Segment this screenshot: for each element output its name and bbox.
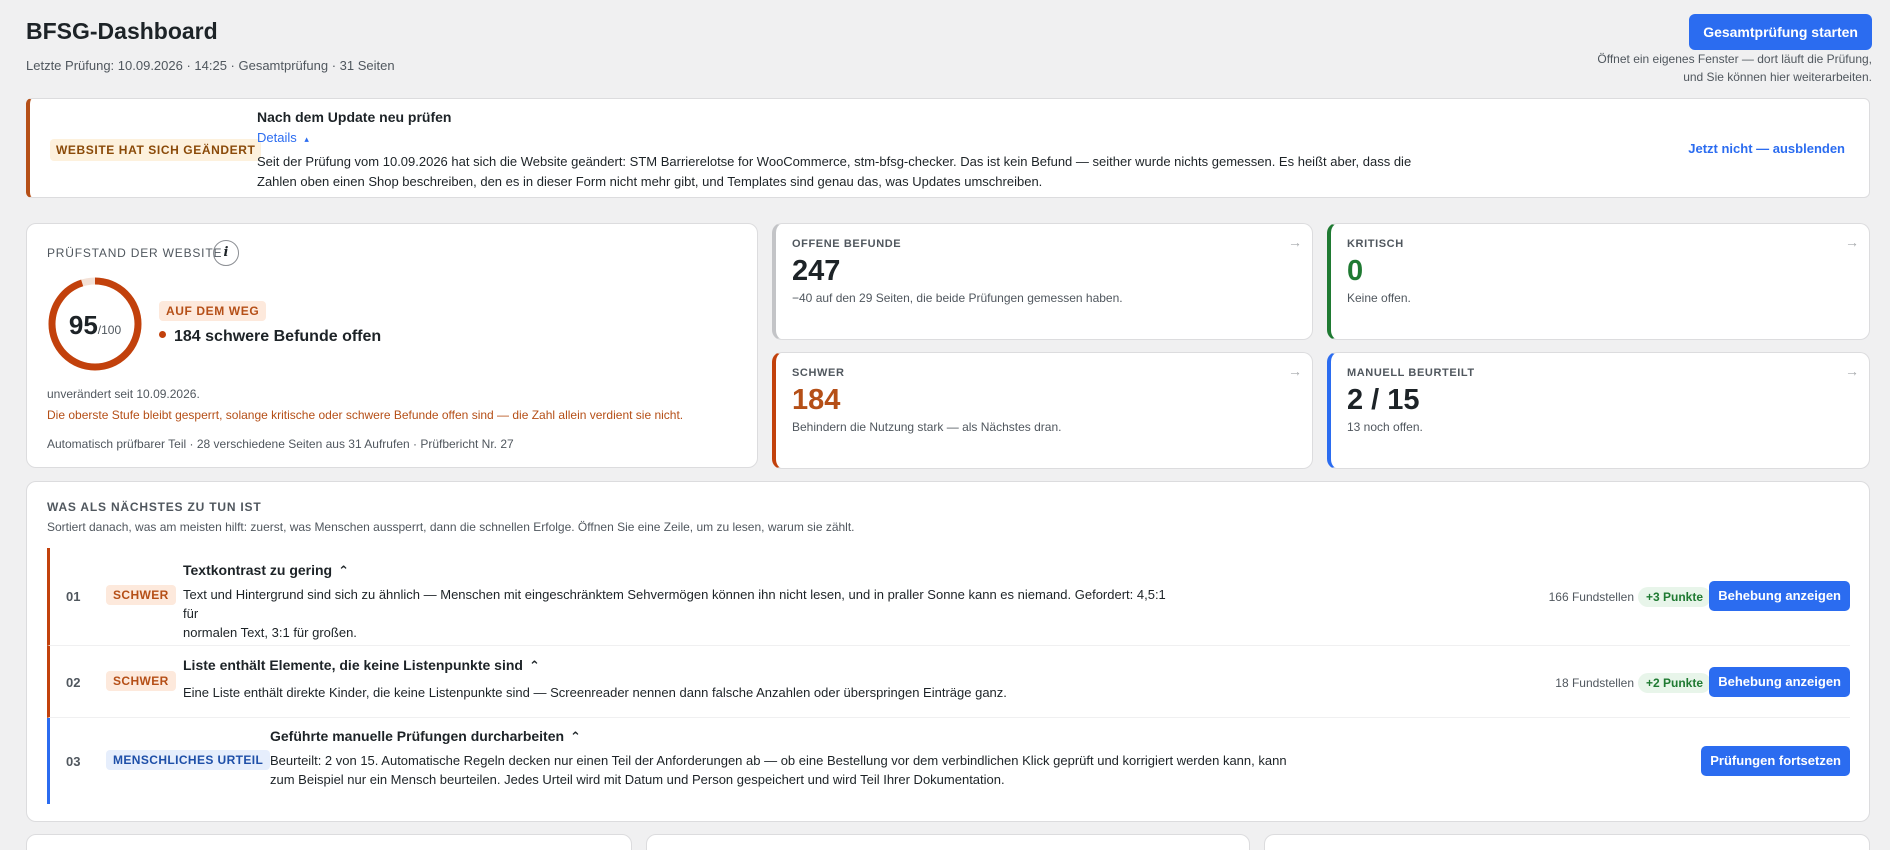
metric-label: KRITISCH	[1347, 238, 1404, 250]
severity-badge: SCHWER	[106, 671, 176, 691]
task-title[interactable]: Liste enthält Elemente, die keine Listen…	[183, 657, 540, 674]
metric-severe[interactable]: SCHWER 184 Behindern die Nutzung stark —…	[772, 352, 1313, 469]
severe-open-summary: 184 schwere Befunde offen	[159, 328, 381, 346]
metric-subtext: Keine offen.	[1347, 291, 1411, 305]
score-max: /100	[97, 323, 122, 337]
show-fix-button[interactable]: Behebung anzeigen	[1709, 581, 1850, 611]
next-steps-title: WAS ALS NÄCHSTES ZU TUN IST	[47, 500, 262, 514]
task-title-text: Liste enthält Elemente, die keine Listen…	[183, 657, 523, 673]
details-toggle[interactable]: Details ▴	[257, 130, 309, 145]
task-description-line: normalen Text, 3:1 für großen.	[183, 625, 357, 640]
top-level-warning: Die oberste Stufe bleibt gesperrt, solan…	[47, 408, 684, 422]
arrow-right-icon: →	[1288, 363, 1302, 379]
task-description: Eine Liste enthält direkte Kinder, die k…	[183, 685, 1007, 700]
bottom-card-2	[646, 834, 1250, 850]
score-label: PRÜFSTAND DER WEBSITE	[47, 246, 223, 260]
notice-text: Seit der Prüfung vom 10.09.2026 hat sich…	[257, 154, 1412, 189]
arrow-right-icon: →	[1845, 234, 1859, 250]
bottom-card-1	[26, 834, 632, 850]
start-full-check-button[interactable]: Gesamtprüfung starten	[1689, 14, 1872, 50]
task-number: 03	[66, 754, 81, 769]
occurrence-count: 18 Fundstellen	[1555, 676, 1634, 690]
hide-notice-link[interactable]: Jetzt nicht — ausblenden	[1688, 141, 1845, 156]
start-hint-line2: und Sie können hier weiterarbeiten.	[1683, 70, 1872, 84]
metric-value: 184	[792, 384, 841, 416]
start-hint: Öffnet ein eigenes Fenster — dort läuft …	[1512, 50, 1872, 86]
metric-label: OFFENE BEFUNDE	[792, 238, 902, 250]
chevron-up-icon: ⌃	[528, 658, 540, 673]
occurrence-count: 166 Fundstellen	[1548, 590, 1634, 604]
severe-dot-icon	[159, 331, 166, 339]
severity-badge: SCHWER	[106, 585, 176, 605]
details-label: Details	[257, 130, 297, 145]
metric-value: 247	[792, 255, 841, 287]
continue-checks-button[interactable]: Prüfungen fortsetzen	[1701, 746, 1850, 776]
notice-title: Nach dem Update neu prüfen	[257, 109, 452, 125]
metric-label: MANUELL BEURTEILT	[1347, 367, 1475, 379]
next-steps-subtitle: Sortiert danach, was am meisten hilft: z…	[47, 520, 855, 534]
metric-value: 0	[1347, 255, 1364, 287]
task-title[interactable]: Textkontrast zu gering ⌃	[183, 562, 349, 579]
score-value: 95/100	[47, 310, 143, 341]
task-description-line: Beurteilt: 2 von 15. Automatische Regeln…	[270, 753, 1287, 768]
chevron-up-icon: ▴	[304, 134, 309, 144]
update-notice: WEBSITE HAT SICH GEÄNDERT Nach dem Updat…	[26, 98, 1870, 198]
task-title-text: Geführte manuelle Prüfungen durcharbeite…	[270, 728, 565, 744]
task-number: 01	[66, 589, 81, 604]
task-number: 02	[66, 675, 81, 690]
show-fix-button[interactable]: Behebung anzeigen	[1709, 667, 1850, 697]
arrow-right-icon: →	[1288, 234, 1302, 250]
severe-open-text: 184 schwere Befunde offen	[174, 328, 382, 345]
unchanged-since: unverändert seit 10.09.2026.	[47, 387, 200, 401]
page-title: BFSG-Dashboard	[26, 18, 218, 44]
arrow-right-icon: →	[1845, 363, 1859, 379]
metric-subtext: Behindern die Nutzung stark — als Nächst…	[792, 420, 1062, 434]
page-header: BFSG-Dashboard Letzte Prüfung: 10.09.202…	[26, 14, 1872, 84]
task-description-line: Text und Hintergrund sind sich zu ähnlic…	[183, 587, 1166, 621]
metric-label: SCHWER	[792, 367, 845, 379]
task-row[interactable]: 01 SCHWER Textkontrast zu gering ⌃ Text u…	[47, 548, 1850, 646]
metric-value: 2 / 15	[1347, 384, 1420, 416]
task-title[interactable]: Geführte manuelle Prüfungen durcharbeite…	[270, 728, 581, 745]
metric-subtext: −40 auf den 29 Seiten, die beide Prüfung…	[792, 291, 1123, 305]
task-description-line: zum Beispiel nur ein Mensch beurteilen. …	[270, 772, 1005, 787]
chevron-up-icon: ⌃	[570, 729, 581, 744]
status-badge: AUF DEM WEG	[159, 301, 267, 321]
score-card: PRÜFSTAND DER WEBSITE i 95/100 AUF DEM W…	[26, 223, 758, 468]
metric-critical[interactable]: KRITISCH 0 Keine offen. →	[1327, 223, 1870, 340]
points-badge: +3 Punkte	[1637, 587, 1711, 607]
task-row[interactable]: 02 SCHWER Liste enthält Elemente, die ke…	[47, 646, 1850, 718]
bottom-card-3	[1264, 834, 1870, 850]
points-badge: +2 Punkte	[1637, 673, 1711, 693]
task-description: Beurteilt: 2 von 15. Automatische Regeln…	[270, 751, 1370, 789]
start-hint-line1: Öffnet ein eigenes Fenster — dort läuft …	[1597, 52, 1872, 66]
task-title-text: Textkontrast zu gering	[183, 562, 333, 578]
metric-subtext: 13 noch offen.	[1347, 420, 1423, 434]
chevron-up-icon: ⌃	[338, 563, 349, 578]
auto-check-info: Automatisch prüfbarer Teil · 28 verschie…	[47, 437, 514, 451]
next-steps-card: WAS ALS NÄCHSTES ZU TUN IST Sortiert dan…	[26, 481, 1870, 822]
website-changed-badge: WEBSITE HAT SICH GEÄNDERT	[50, 139, 262, 161]
task-row[interactable]: 03 MENSCHLICHES URTEIL Geführte manuelle…	[47, 718, 1850, 804]
score-number: 95	[68, 310, 98, 340]
task-description: Text und Hintergrund sind sich zu ähnlic…	[183, 585, 1183, 642]
info-icon[interactable]: i	[213, 240, 239, 266]
metric-open-findings[interactable]: OFFENE BEFUNDE 247 −40 auf den 29 Seiten…	[772, 223, 1313, 340]
last-check-info: Letzte Prüfung: 10.09.2026 · 14:25 · Ges…	[26, 58, 395, 73]
metric-manual-reviewed[interactable]: MANUELL BEURTEILT 2 / 15 13 noch offen. …	[1327, 352, 1870, 469]
severity-badge: MENSCHLICHES URTEIL	[106, 750, 271, 770]
